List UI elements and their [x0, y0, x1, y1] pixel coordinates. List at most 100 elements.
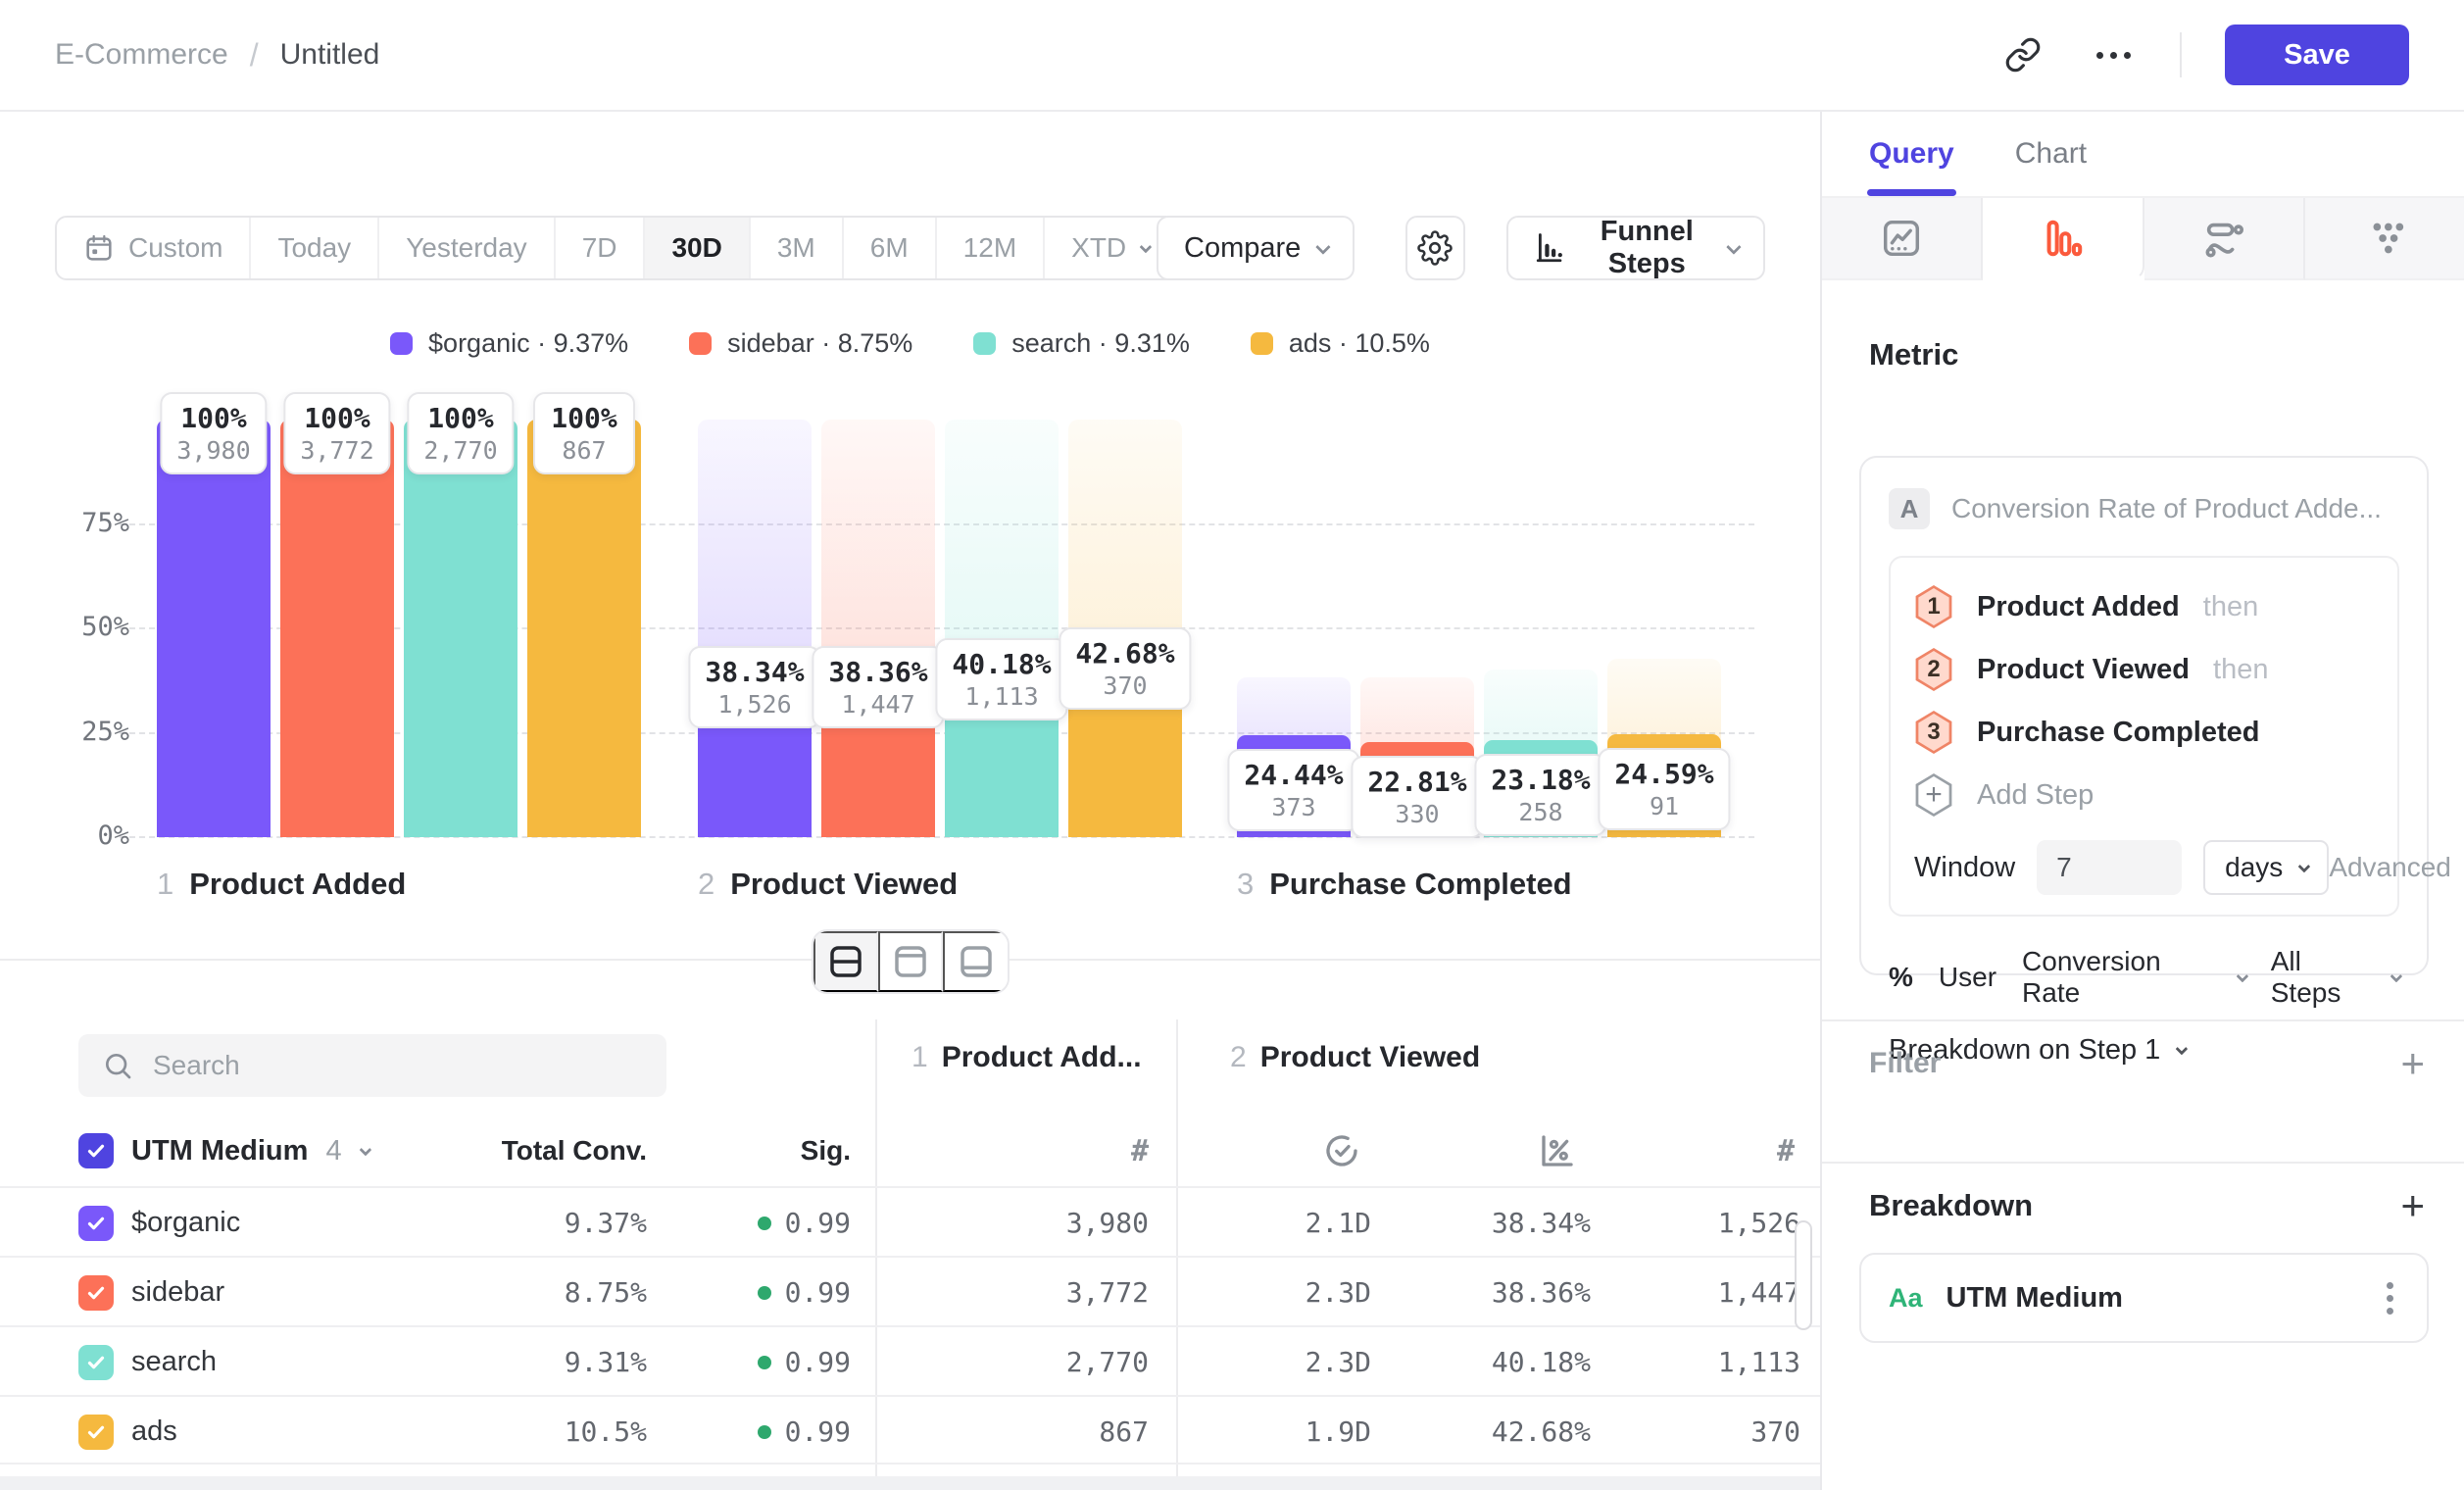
- row-checkbox[interactable]: [78, 1206, 114, 1241]
- conversion-column-icon[interactable]: [1537, 1119, 1578, 1182]
- more-options-button[interactable]: [2090, 31, 2137, 78]
- select-all-checkbox[interactable]: [78, 1133, 114, 1168]
- breakdown-item[interactable]: Aa UTM Medium: [1859, 1253, 2429, 1343]
- window-unit-dropdown[interactable]: days: [2203, 840, 2329, 895]
- horizontal-scrollbar-track[interactable]: [0, 1476, 1820, 1490]
- search-input[interactable]: [153, 1050, 643, 1081]
- bar-pct-label: 100%: [551, 401, 616, 436]
- sig-header[interactable]: Sig.: [801, 1135, 851, 1167]
- table-row: $organic9.37%0.993,9802.1D38.34%1,526: [0, 1186, 1820, 1256]
- add-step-button[interactable]: + Add Step: [1914, 764, 2374, 826]
- date-range-30d[interactable]: 30D: [645, 218, 750, 278]
- bar-count-label: 1,113: [964, 682, 1038, 712]
- tab-insights[interactable]: [1822, 198, 1983, 280]
- layout-table-view-button[interactable]: [943, 931, 1008, 992]
- entity-selector[interactable]: User: [1939, 962, 1996, 993]
- add-breakdown-button[interactable]: +: [2400, 1185, 2425, 1226]
- count-column-icon[interactable]: #: [1777, 1134, 1795, 1168]
- step2-count-cell: 370: [1750, 1397, 1800, 1466]
- legend-item[interactable]: ads · 10.5%: [1251, 328, 1430, 359]
- step-axis-label: 1Product Added: [157, 867, 406, 902]
- measure-row: % User Conversion Rate All Steps: [1889, 946, 2399, 1009]
- breadcrumb-report-title[interactable]: Untitled: [280, 38, 380, 72]
- funnel-bar-$organic[interactable]: 24.44%373: [1237, 420, 1351, 837]
- legend-item[interactable]: search · 9.31%: [973, 328, 1190, 359]
- query-builder-panel: Query Chart Metric A Conversion Rate of …: [1820, 112, 2464, 1490]
- window-value-input[interactable]: [2037, 840, 2182, 895]
- funnel-bar-ads[interactable]: 42.68%370: [1068, 420, 1182, 837]
- tab-chart[interactable]: Chart: [2015, 137, 2087, 196]
- bottom-panel-icon: [956, 941, 997, 982]
- add-step-label: Add Step: [1977, 779, 2094, 812]
- row-checkbox[interactable]: [78, 1415, 114, 1450]
- step2-conv-cell: 40.18%: [1492, 1327, 1591, 1397]
- legend-item[interactable]: sidebar · 8.75%: [689, 328, 912, 359]
- funnel-bar-sidebar[interactable]: 100%3,772: [280, 420, 394, 837]
- steps-scope-dropdown[interactable]: All Steps: [2271, 946, 2399, 1009]
- step2-conv-cell-value: 38.34%: [1492, 1207, 1591, 1239]
- metric-header[interactable]: A Conversion Rate of Product Adde...: [1889, 483, 2399, 534]
- table-scrollbar-thumb[interactable]: [1795, 1220, 1812, 1330]
- date-range-today[interactable]: Today: [251, 218, 379, 278]
- percent-symbol[interactable]: %: [1889, 962, 1913, 993]
- bar-pct-label: 100%: [427, 401, 493, 436]
- then-label: then: [2203, 591, 2258, 623]
- kebab-menu-icon[interactable]: [2381, 1276, 2399, 1320]
- metric-section-title: Metric: [1869, 337, 2464, 372]
- funnel-bar-search[interactable]: 23.18%258: [1484, 420, 1598, 837]
- funnel-steps-card: 1Product Addedthen2Product Viewedthen3Pu…: [1889, 556, 2399, 917]
- date-range-3m[interactable]: 3M: [751, 218, 844, 278]
- funnel-bar-ads[interactable]: 24.59%91: [1607, 420, 1721, 837]
- chart-settings-button[interactable]: [1405, 216, 1464, 280]
- query-step-1[interactable]: 1Product Addedthen: [1914, 575, 2374, 638]
- row-checkbox[interactable]: [78, 1345, 114, 1380]
- date-range-6m[interactable]: 6M: [844, 218, 937, 278]
- row-checkbox[interactable]: [78, 1275, 114, 1311]
- step2-conv-cell-value: 38.36%: [1492, 1276, 1591, 1309]
- bar-pct-label: 40.18%: [952, 647, 1051, 682]
- date-range-7d[interactable]: 7D: [556, 218, 646, 278]
- tab-retention[interactable]: [2305, 198, 2464, 280]
- bar-pct-label: 38.34%: [705, 655, 804, 690]
- date-range-12m[interactable]: 12M: [937, 218, 1045, 278]
- bar-pct-label: 100%: [180, 401, 246, 436]
- advanced-dropdown[interactable]: Advanced: [2329, 852, 2464, 883]
- save-button[interactable]: Save: [2225, 25, 2409, 85]
- chevron-down-icon[interactable]: [359, 1143, 371, 1156]
- breakdown-column-label[interactable]: UTM Medium: [131, 1135, 308, 1167]
- step2-avg-time-cell: 1.9D: [1306, 1397, 1371, 1466]
- query-step-2[interactable]: 2Product Viewedthen: [1914, 638, 2374, 701]
- sig-cell: 0.99: [758, 1397, 851, 1466]
- tab-funnels[interactable]: [1983, 198, 2144, 280]
- funnel-bar-ads[interactable]: 100%867: [527, 420, 641, 837]
- step2-count-cell: 1,447: [1718, 1258, 1800, 1327]
- compare-button[interactable]: Compare: [1157, 216, 1355, 280]
- add-filter-button[interactable]: +: [2400, 1043, 2425, 1084]
- date-range-yesterday[interactable]: Yesterday: [379, 218, 556, 278]
- app-header: E-Commerce / Untitled Save: [0, 0, 2464, 112]
- top-panel-icon: [890, 941, 931, 982]
- avg-time-column-icon[interactable]: [1321, 1119, 1362, 1182]
- copy-link-button[interactable]: [1999, 31, 2046, 78]
- layout-toggle-group: [812, 929, 1010, 994]
- tab-flows[interactable]: [2144, 198, 2305, 280]
- legend-label: sidebar · 8.75%: [727, 328, 912, 359]
- tab-query[interactable]: Query: [1869, 137, 1954, 196]
- metric-type-dropdown[interactable]: Conversion Rate: [2022, 946, 2245, 1009]
- funnel-bar-search[interactable]: 100%2,770: [404, 420, 517, 837]
- count-column-icon[interactable]: #: [1131, 1134, 1149, 1168]
- funnel-bar-search[interactable]: 40.18%1,113: [945, 420, 1059, 837]
- legend-item[interactable]: $organic · 9.37%: [390, 328, 628, 359]
- funnel-bar-sidebar[interactable]: 38.36%1,447: [821, 420, 935, 837]
- funnel-bar-$organic[interactable]: 38.34%1,526: [698, 420, 812, 837]
- chart-type-button[interactable]: Funnel Steps: [1506, 216, 1765, 280]
- layout-chart-view-button[interactable]: [878, 931, 943, 992]
- total-conv-header[interactable]: Total Conv.: [502, 1135, 647, 1167]
- breadcrumb-project[interactable]: E-Commerce: [55, 38, 228, 72]
- funnel-bar-sidebar[interactable]: 22.81%330: [1360, 420, 1474, 837]
- date-range-custom[interactable]: Custom: [57, 218, 251, 278]
- funnel-bar-$organic[interactable]: 100%3,980: [157, 420, 271, 837]
- bar-pct-label: 42.68%: [1075, 636, 1174, 671]
- layout-split-view-button[interactable]: [813, 931, 878, 992]
- query-step-3[interactable]: 3Purchase Completed: [1914, 701, 2374, 764]
